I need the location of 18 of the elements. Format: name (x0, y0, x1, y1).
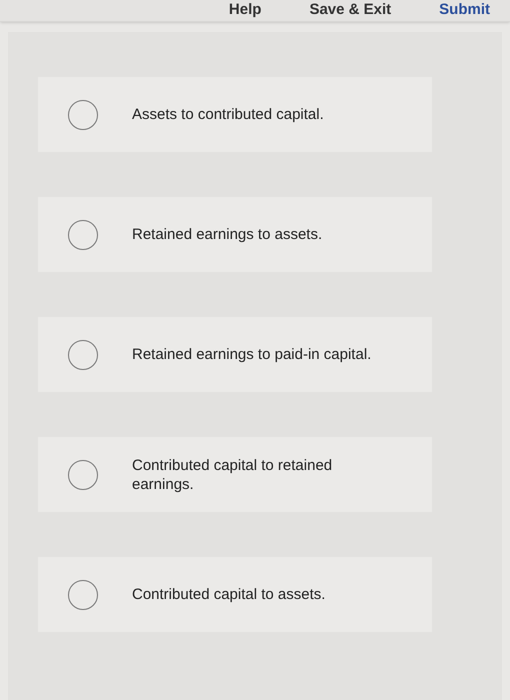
radio-button[interactable] (68, 580, 98, 610)
submit-button[interactable]: Submit (439, 1, 490, 21)
radio-button[interactable] (68, 340, 98, 370)
header-button[interactable]: Save & Exit (309, 1, 392, 21)
answer-option[interactable]: Contributed capital to retained earnings. (38, 437, 432, 512)
option-label: Retained earnings to paid-in capital. (132, 345, 372, 364)
radio-button[interactable] (68, 460, 98, 490)
header-button[interactable]: Help (228, 1, 262, 21)
answer-option[interactable]: Assets to contributed capital. (38, 77, 432, 152)
answer-option[interactable]: Contributed capital to assets. (38, 557, 432, 632)
radio-button[interactable] (68, 220, 98, 250)
option-label: Contributed capital to assets. (132, 585, 326, 604)
option-label: Assets to contributed capital. (132, 105, 324, 124)
option-label: Contributed capital to retained earnings. (132, 456, 334, 494)
answer-option[interactable]: Retained earnings to assets. (38, 197, 432, 272)
radio-button[interactable] (68, 100, 98, 130)
option-label: Retained earnings to assets. (132, 225, 322, 244)
answer-option[interactable]: Retained earnings to paid-in capital. (38, 317, 432, 392)
